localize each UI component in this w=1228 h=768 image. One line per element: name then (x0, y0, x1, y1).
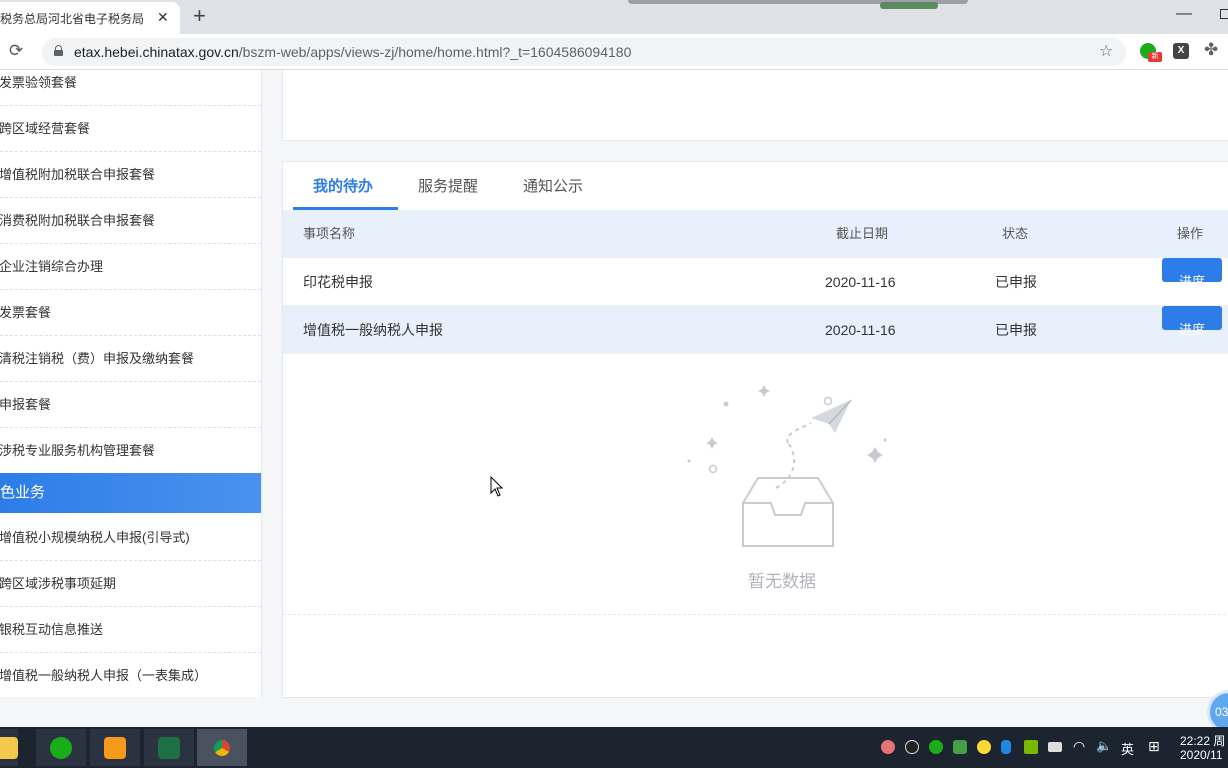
row-name: 印花税申报 (303, 274, 373, 290)
url-path: /bszm-web/apps/views-zj/home/home.html?_… (238, 44, 632, 60)
tray-app-icon[interactable] (881, 740, 895, 754)
progress-button[interactable]: 进度 (1162, 306, 1222, 337)
sidebar-item[interactable]: 发票套餐 (0, 290, 261, 336)
battery-icon[interactable] (1048, 742, 1062, 752)
sidebar-section-header[interactable]: 色业务 (0, 473, 261, 513)
wechat-icon (50, 737, 72, 759)
address-bar[interactable]: etax.hebei.chinatax.gov.cn/bszm-web/apps… (42, 38, 1126, 66)
sidebar-item[interactable]: 跨区域经营套餐 (0, 106, 261, 152)
sidebar-item-label: 申报套餐 (0, 397, 52, 412)
sidebar-item-label: 增值税小规模纳税人申报(引导式) (0, 530, 190, 545)
sublime-text-icon (104, 737, 126, 759)
sidebar-item[interactable]: 企业注销综合办理 (0, 244, 261, 290)
maximize-icon[interactable] (1220, 9, 1228, 19)
download-progress-indicator (880, 2, 938, 9)
row-deadline: 2020-11-16 (825, 322, 896, 338)
sidebar-item-label: 银税互动信息推送 (0, 622, 104, 637)
sidebar-item-label: 跨区域经营套餐 (0, 121, 91, 136)
row-name: 增值税一般纳税人申报 (303, 322, 443, 338)
column-header-name: 事项名称 (303, 226, 356, 241)
sidebar-item-label: 企业注销综合办理 (0, 259, 104, 274)
tab-my-todo[interactable]: 我的待办 (313, 162, 373, 210)
table-row[interactable]: 增值税一般纳税人申报 2020-11-16 已申报 进度 (283, 306, 1228, 354)
clock-time[interactable]: 22:22 周 (1180, 732, 1225, 749)
sidebar-item-label: 增值税附加税联合申报套餐 (0, 167, 156, 182)
sidebar-item-label: 清税注销税（费）申报及缴纳套餐 (0, 351, 195, 366)
row-status: 已申报 (995, 274, 1037, 290)
tab-notices[interactable]: 通知公示 (523, 162, 583, 210)
browser-tab-title: 税务总局河北省电子税务局 (0, 12, 145, 26)
bookmark-star-icon[interactable]: ☆ (1099, 41, 1113, 61)
excel-extension-icon[interactable]: X (1173, 43, 1189, 59)
url-text[interactable]: etax.hebei.chinatax.gov.cn/bszm-web/apps… (74, 44, 631, 60)
file-explorer-icon (0, 737, 18, 759)
windows-taskbar: ◠ 🔈 英 ⊞ 22:22 周 2020/11 (0, 727, 1228, 768)
taskbar-wechat-button[interactable] (36, 729, 86, 766)
security-shield-icon[interactable] (953, 740, 967, 754)
sidebar-item[interactable]: 银税互动信息推送 (0, 607, 261, 653)
empty-inbox-illustration (687, 385, 887, 547)
new-tab-button[interactable]: + (193, 3, 206, 29)
row-status: 已申报 (995, 322, 1037, 338)
browser-tab-strip: 税务总局河北省电子税务局 ✕ + — (0, 0, 1228, 34)
row-deadline: 2020-11-16 (825, 274, 896, 290)
sidebar-item-label: 增值税一般纳税人申报（一表集成） (0, 668, 208, 683)
ime-mode-icon[interactable]: ⊞ (1148, 738, 1160, 755)
close-tab-icon[interactable]: ✕ (157, 9, 169, 26)
wifi-icon[interactable]: ◠ (1073, 738, 1085, 755)
plus-icon[interactable] (977, 740, 991, 754)
page-content: 发票验领套餐 跨区域经营套餐增值税附加税联合申报套餐 消费税附加税联合申报套餐 企业注… (0, 70, 1228, 734)
sidebar: 发票验领套餐 跨区域经营套餐增值税附加税联合申报套餐 消费税附加税联合申报套餐 企业注… (0, 70, 262, 697)
column-header-action: 操作 (1177, 226, 1204, 241)
sidebar-item[interactable]: 增值税附加税联合申报套餐 (0, 152, 261, 198)
taskbar-excel-button[interactable] (144, 729, 194, 766)
sidebar-item[interactable]: 清税注销税（费）申报及缴纳套餐 (0, 336, 261, 382)
sidebar-item[interactable]: 增值税小规模纳税人申报(引导式) (0, 515, 261, 561)
mouse-cursor-icon (490, 476, 504, 497)
table-header: 事项名称 截止日期 状态 操作 (283, 210, 1228, 258)
top-card (282, 70, 1228, 141)
sidebar-item[interactable]: 发票验领套餐 (0, 70, 261, 106)
browser-tab[interactable]: 税务总局河北省电子税务局 ✕ (0, 2, 180, 34)
sidebar-item[interactable]: 增值税一般纳税人申报（一表集成） (0, 653, 261, 697)
chrome-icon (211, 737, 233, 759)
browser-toolbar: ⟳ etax.hebei.chinatax.gov.cn/bszm-web/ap… (0, 34, 1228, 70)
wechat-tray-icon[interactable] (929, 740, 943, 754)
taskbar-explorer-button[interactable] (0, 729, 18, 766)
sidebar-item-label: 跨区域涉税事项延期 (0, 576, 117, 591)
column-header-deadline: 截止日期 (836, 226, 889, 241)
sidebar-item[interactable]: 涉税专业服务机构管理套餐 (0, 428, 261, 474)
qq-icon[interactable] (905, 740, 919, 754)
sidebar-section-title: 色业务 (0, 484, 46, 501)
taskbar-sublime-button[interactable] (90, 729, 140, 766)
sidebar-item-label: 发票验领套餐 (0, 75, 78, 90)
nvidia-icon[interactable] (1024, 740, 1038, 754)
sidebar-item[interactable]: 消费税附加税联合申报套餐 (0, 198, 261, 244)
sidebar-item[interactable]: 申报套餐 (0, 382, 261, 428)
reload-icon[interactable]: ⟳ (9, 41, 23, 61)
extensions-puzzle-icon[interactable]: ✤ (1204, 40, 1218, 60)
excel-icon (158, 737, 180, 759)
sidebar-item-label: 消费税附加税联合申报套餐 (0, 213, 156, 228)
divider (283, 614, 1228, 615)
empty-state-text: 暂无数据 (748, 572, 816, 591)
volume-icon[interactable]: 🔈 (1096, 738, 1112, 754)
minimize-icon[interactable]: — (1176, 5, 1192, 23)
clock-date[interactable]: 2020/11 (1180, 748, 1223, 762)
sidebar-item-label: 发票套餐 (0, 305, 52, 320)
ime-indicator[interactable]: 英 (1121, 739, 1134, 758)
url-host: etax.hebei.chinatax.gov.cn (74, 44, 239, 60)
lock-icon[interactable] (54, 45, 63, 56)
taskbar-chrome-button[interactable] (197, 729, 247, 766)
bluetooth-icon[interactable] (1001, 740, 1011, 754)
progress-button[interactable]: 进度 (1162, 258, 1222, 289)
table-row[interactable]: 印花税申报 2020-11-16 已申报 进度 (283, 258, 1228, 306)
column-header-status: 状态 (1002, 226, 1029, 241)
todo-panel: 我的待办 服务提醒 通知公示 事项名称 截止日期 状态 操作 印花税申报 202… (282, 161, 1228, 698)
tab-service-reminder[interactable]: 服务提醒 (418, 162, 478, 210)
extension-new-badge: 新 (1148, 52, 1162, 62)
sidebar-item[interactable]: 跨区域涉税事项延期 (0, 561, 261, 607)
sidebar-item-label: 涉税专业服务机构管理套餐 (0, 443, 156, 458)
